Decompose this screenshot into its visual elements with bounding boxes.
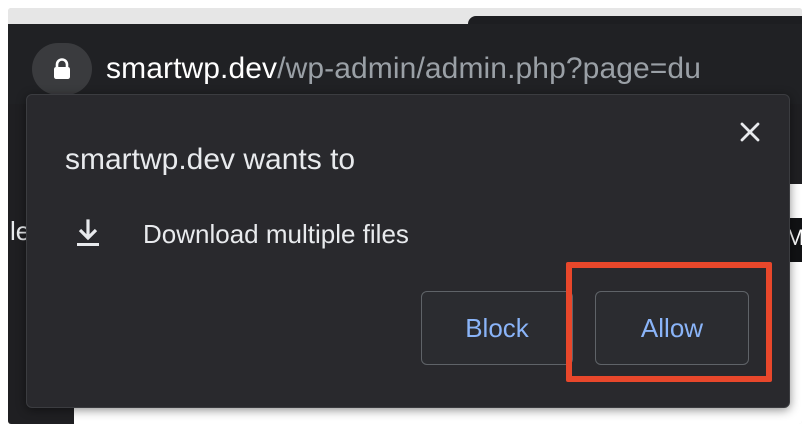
toolbar: smartwp.dev/wp-admin/admin.php?page=du [8, 24, 802, 104]
site-info-button[interactable] [32, 43, 92, 95]
active-tab[interactable] [468, 16, 802, 24]
address-bar[interactable]: smartwp.dev/wp-admin/admin.php?page=du [32, 43, 802, 95]
block-button[interactable]: Block [421, 291, 573, 365]
permission-item: Download multiple files [71, 217, 409, 251]
close-icon [739, 121, 761, 148]
url-domain: smartwp.dev [106, 52, 278, 85]
tab-strip [8, 8, 802, 24]
url-path: /wp-admin/admin.php?page=du [277, 52, 701, 85]
allow-button[interactable]: Allow [595, 291, 749, 365]
permission-label: Download multiple files [143, 218, 409, 249]
url-text[interactable]: smartwp.dev/wp-admin/admin.php?page=du [106, 52, 701, 86]
lock-icon [51, 56, 73, 82]
download-icon [71, 217, 105, 251]
dialog-title: smartwp.dev wants to [65, 143, 356, 176]
browser-window: smartwp.dev/wp-admin/admin.php?page=du l… [8, 8, 802, 424]
close-button[interactable] [733, 117, 767, 151]
permission-dialog: smartwp.dev wants to Download multiple f… [26, 94, 790, 408]
